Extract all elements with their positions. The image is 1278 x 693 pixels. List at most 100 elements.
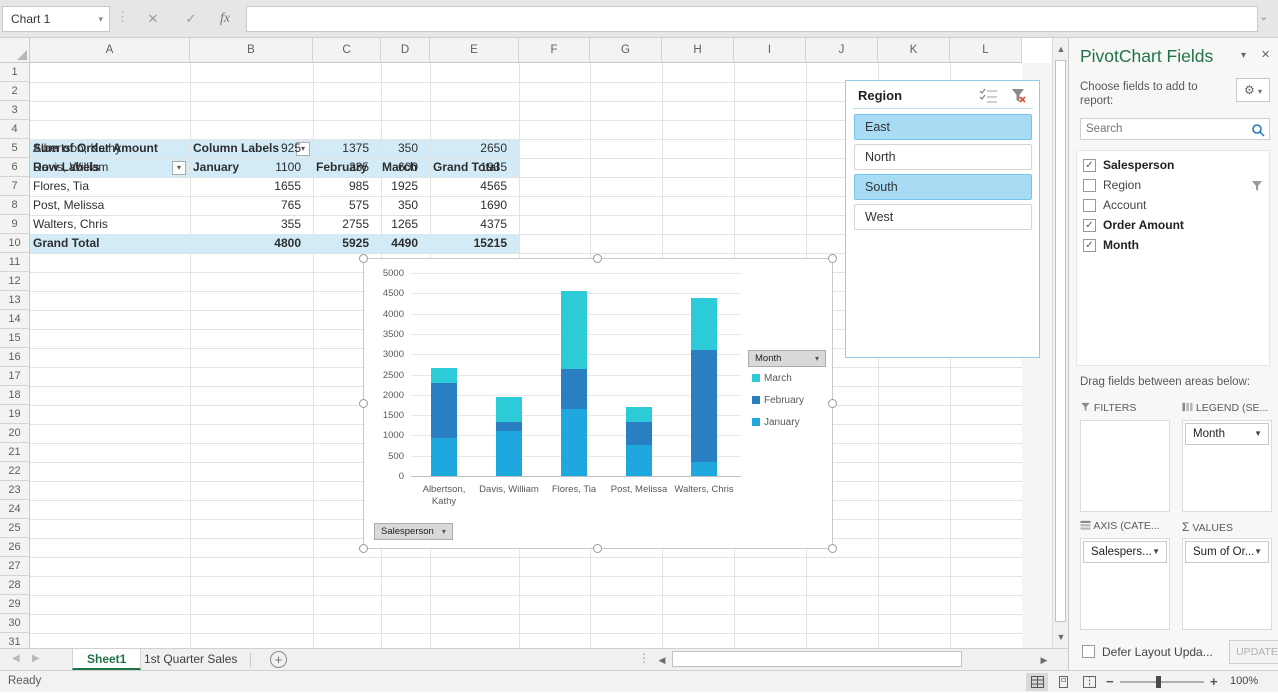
row-headers[interactable]: 1234567891011121314151617181920212223242… xyxy=(0,63,30,648)
column-letter[interactable]: K xyxy=(878,38,950,62)
pivot-value[interactable]: 1925 xyxy=(381,179,424,193)
row-number[interactable]: 12 xyxy=(0,272,29,291)
row-number[interactable]: 25 xyxy=(0,519,29,538)
pivot-value[interactable]: 4565 xyxy=(430,179,513,193)
slicer-item-north[interactable]: North xyxy=(854,144,1032,170)
pivot-value[interactable]: 350 xyxy=(381,198,424,212)
pivot-row-name[interactable]: Davis, William xyxy=(33,160,187,174)
legend-area-box[interactable]: Month▼ xyxy=(1182,420,1272,512)
axis-area-box[interactable]: Salespers...▼ xyxy=(1080,538,1170,630)
normal-view-button[interactable] xyxy=(1026,673,1048,691)
clear-filter-icon[interactable] xyxy=(1009,87,1029,105)
row-number[interactable]: 5 xyxy=(0,139,29,158)
multi-select-icon[interactable] xyxy=(979,87,999,105)
zoom-in-button[interactable]: + xyxy=(1210,674,1218,689)
row-number[interactable]: 20 xyxy=(0,424,29,443)
scroll-down-icon[interactable]: ▼ xyxy=(1053,632,1069,642)
name-box[interactable]: Chart 1 ▾ xyxy=(2,6,110,32)
row-number[interactable]: 30 xyxy=(0,614,29,633)
bar-segment-march[interactable] xyxy=(561,291,587,369)
column-letter[interactable]: B xyxy=(190,38,313,62)
vertical-scroll-thumb[interactable] xyxy=(1055,60,1066,622)
row-number[interactable]: 7 xyxy=(0,177,29,196)
bar-segment-february[interactable] xyxy=(431,383,457,439)
bar-segment-february[interactable] xyxy=(691,350,717,462)
scroll-left-icon[interactable]: ◀ xyxy=(654,655,670,666)
pivot-value[interactable]: 600 xyxy=(381,160,424,174)
bar-segment-january[interactable] xyxy=(691,462,717,476)
pivot-row-name[interactable]: Flores, Tia xyxy=(33,179,187,193)
tab-nav-left-icon[interactable]: ◀ xyxy=(12,653,20,664)
bar-segment-march[interactable] xyxy=(691,298,717,349)
zoom-level[interactable]: 100% xyxy=(1230,675,1258,687)
pane-close-icon[interactable]: ✕ xyxy=(1261,48,1270,61)
field-row-region[interactable]: Region xyxy=(1083,177,1265,197)
row-number[interactable]: 9 xyxy=(0,215,29,234)
column-letter[interactable]: A xyxy=(30,38,190,62)
row-number[interactable]: 10 xyxy=(0,234,29,253)
region-slicer[interactable]: Region East North South West xyxy=(845,80,1040,358)
pivot-value[interactable]: 2755 xyxy=(313,217,375,231)
row-number[interactable]: 26 xyxy=(0,538,29,557)
filters-area-box[interactable] xyxy=(1080,420,1170,512)
row-number[interactable]: 22 xyxy=(0,462,29,481)
pivot-value[interactable]: 765 xyxy=(190,198,307,212)
column-letter[interactable]: L xyxy=(950,38,1022,62)
column-letter[interactable]: J xyxy=(806,38,878,62)
legend-entry[interactable]: March xyxy=(752,374,792,384)
search-input[interactable] xyxy=(1081,119,1241,139)
row-number[interactable]: 18 xyxy=(0,386,29,405)
pane-dropdown-icon[interactable]: ▾ xyxy=(1241,50,1246,61)
pivot-row-name[interactable]: Albertson, Kathy xyxy=(33,141,187,155)
vertical-scrollbar[interactable]: ▲ ▼ xyxy=(1052,38,1068,648)
zoom-slider-thumb[interactable] xyxy=(1156,676,1161,688)
axis-pill-salesperson[interactable]: Salespers...▼ xyxy=(1083,541,1167,563)
pivot-value[interactable]: 2650 xyxy=(430,141,513,155)
row-number[interactable]: 19 xyxy=(0,405,29,424)
pivot-grand-total-value[interactable]: 15215 xyxy=(430,236,513,250)
values-pill-sum[interactable]: Sum of Or...▼ xyxy=(1185,541,1269,563)
page-layout-view-button[interactable] xyxy=(1052,673,1074,691)
bar-segment-february[interactable] xyxy=(626,422,652,445)
slicer-item-east[interactable]: East xyxy=(854,114,1032,140)
column-letter[interactable]: C xyxy=(313,38,381,62)
pivot-value[interactable]: 925 xyxy=(190,141,307,155)
slicer-item-west[interactable]: West xyxy=(854,204,1032,230)
bar-segment-february[interactable] xyxy=(561,369,587,409)
row-number[interactable]: 14 xyxy=(0,310,29,329)
chart-handle-tm[interactable] xyxy=(593,254,602,263)
new-sheet-button[interactable]: + xyxy=(270,651,287,668)
chart-handle-tl[interactable] xyxy=(359,254,368,263)
defer-checkbox[interactable] xyxy=(1082,645,1095,658)
scroll-right-icon[interactable]: ▶ xyxy=(1036,655,1052,666)
bar-segment-march[interactable] xyxy=(626,407,652,421)
row-number[interactable]: 24 xyxy=(0,500,29,519)
enter-button[interactable]: ✓ xyxy=(180,8,202,30)
row-number[interactable]: 23 xyxy=(0,481,29,500)
pivot-value[interactable]: 235 xyxy=(313,160,375,174)
field-row-account[interactable]: Account xyxy=(1083,197,1265,217)
row-number[interactable]: 6 xyxy=(0,158,29,177)
insert-function-button[interactable]: fx xyxy=(214,8,236,30)
row-number[interactable]: 16 xyxy=(0,348,29,367)
bar-segment-january[interactable] xyxy=(561,409,587,476)
chart-handle-mr[interactable] xyxy=(828,399,837,408)
bar-segment-march[interactable] xyxy=(496,397,522,421)
pivot-grand-total-label[interactable]: Grand Total xyxy=(33,236,187,250)
pivot-value[interactable]: 1655 xyxy=(190,179,307,193)
pivot-row-name[interactable]: Post, Melissa xyxy=(33,198,187,212)
row-number[interactable]: 4 xyxy=(0,120,29,139)
pivot-grand-total-value[interactable]: 5925 xyxy=(313,236,375,250)
column-letter[interactable]: G xyxy=(590,38,662,62)
cancel-button[interactable]: ✕ xyxy=(142,8,164,30)
row-number[interactable]: 2 xyxy=(0,82,29,101)
row-number[interactable]: 3 xyxy=(0,101,29,120)
pivot-grand-total-value[interactable]: 4800 xyxy=(190,236,307,250)
name-box-dropdown-icon[interactable]: ▾ xyxy=(98,7,103,31)
column-headers[interactable]: ABCDEFGHIJKL xyxy=(30,38,1022,63)
column-letter[interactable]: D xyxy=(381,38,430,62)
formula-input[interactable] xyxy=(246,6,1258,32)
zoom-out-button[interactable]: − xyxy=(1106,674,1114,689)
search-box[interactable] xyxy=(1080,118,1270,140)
bar-segment-february[interactable] xyxy=(496,422,522,432)
